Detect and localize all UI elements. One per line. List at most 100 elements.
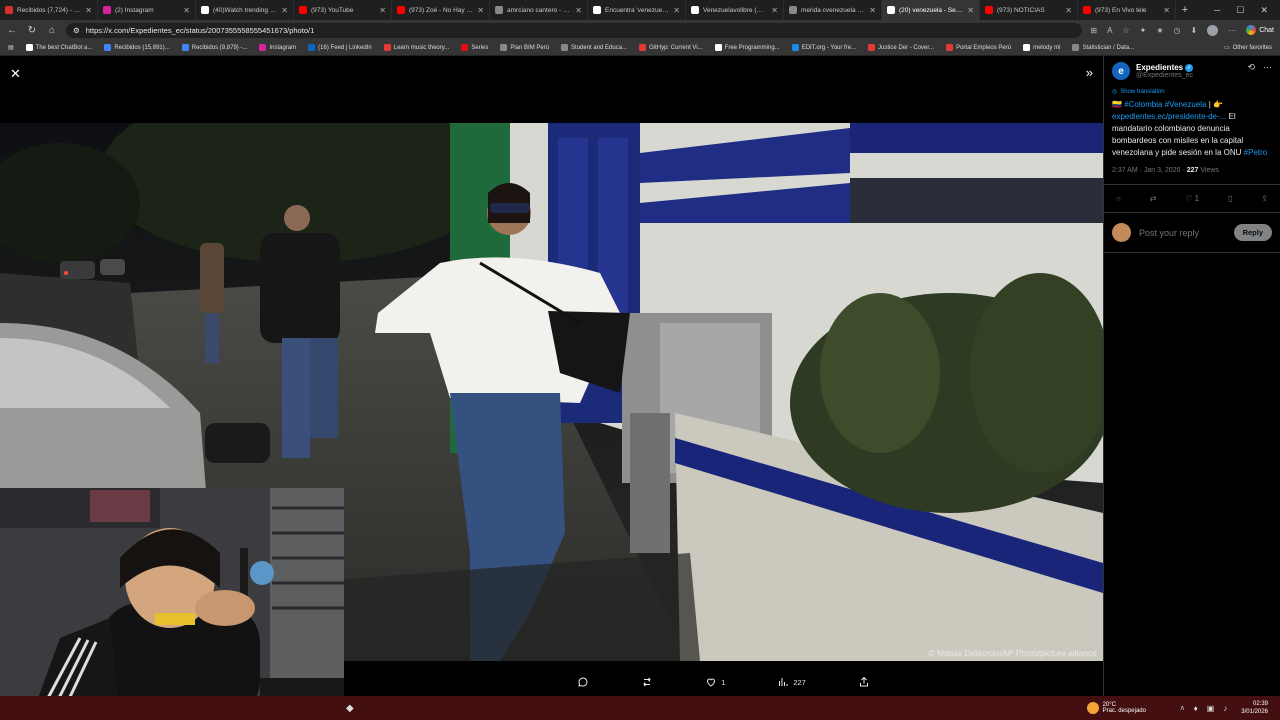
more-menu-icon[interactable]: ⋯ [1228,26,1236,35]
bookmark-item[interactable]: Instagram [259,44,296,51]
network-icon[interactable]: ▣ [1207,704,1215,713]
grok-icon[interactable]: ⟲ [1247,62,1255,73]
favorite-star-icon[interactable]: ☆ [1122,26,1129,35]
bookmark-icon[interactable]: ▯ [1228,194,1232,203]
reload-icon[interactable]: ↻ [26,25,38,36]
tab-close-icon[interactable]: ✕ [379,6,386,15]
volume-icon[interactable]: ♪ [1223,704,1227,713]
extensions-icon[interactable]: ✦ [1140,26,1147,35]
browser-tab[interactable]: (20) venezuela - Search / ✕ [882,0,980,20]
back-icon[interactable]: ← [6,25,18,36]
more-options-icon[interactable]: ⋯ [1263,62,1272,73]
browser-tab[interactable]: Recibidos (7,724) - olvan ✕ [0,0,98,20]
bookmark-item[interactable]: Learn music theory... [383,44,449,51]
tab-close-icon[interactable]: ✕ [967,6,974,15]
reply-input[interactable]: Post your reply [1139,228,1226,238]
tray-chevron-icon[interactable]: ˄ [1180,704,1185,713]
bookmark-item[interactable]: EDIT.org - Your fre... [791,44,856,51]
bookmark-item[interactable]: Recibidos (15,891)... [104,44,170,51]
pointing-hand-emoji: 👉 [1213,100,1224,109]
browser-tab[interactable]: (973) YouTube ✕ [294,0,392,20]
repost-action[interactable] [641,676,653,688]
bookmark-item[interactable]: Free Programming... [714,44,780,51]
browser-tab[interactable]: Encuentra 'venezuela' en ✕ [588,0,686,20]
share-icon[interactable]: ⇪ [1261,194,1268,203]
tab-close-icon[interactable]: ✕ [183,6,190,15]
browser-tab[interactable]: Venezuelavolibre (@www ✕ [686,0,784,20]
author-handle[interactable]: @Expedientes_ec [1136,72,1193,79]
tweet-timestamp[interactable]: 2:37 AM · Jan 3, 2026 · [1112,167,1187,174]
close-window-icon[interactable]: ✕ [1260,5,1268,16]
bookmark-item[interactable]: Series [461,44,488,51]
hashtag-colombia[interactable]: #Colombia [1124,100,1162,109]
apps-icon[interactable]: ⊞ [1090,26,1097,35]
bookmark-item[interactable]: The best ChatBot a... [25,44,92,51]
reply-icon [578,677,588,687]
bookmark-item[interactable]: (16) Feed | LinkedIn [308,44,372,51]
bookmark-item[interactable]: Student and Educa... [561,44,627,51]
tab-close-icon[interactable]: ✕ [673,6,680,15]
repost-icon[interactable]: ⇄ [1150,194,1157,203]
close-icon[interactable]: ✕ [10,66,21,82]
bookmarks-menu-icon[interactable]: ▤ [8,44,14,51]
minimize-icon[interactable]: ─ [1214,5,1220,16]
taskbar-app-icon[interactable]: ◆ [6,703,354,714]
tab-close-icon[interactable]: ✕ [575,6,582,15]
views-action[interactable]: 227 [777,676,806,688]
bookmark-item[interactable]: Justice Der - Cover... [868,44,934,51]
browser-tab[interactable]: (973) En Vivo tele ✕ [1078,0,1176,20]
favorites-icon[interactable]: ★ [1156,26,1163,35]
browser-tab[interactable]: amrciano cantero - Goog✕ [490,0,588,20]
history-icon[interactable]: ◷ [1174,26,1181,35]
tab-close-icon[interactable]: ✕ [281,6,288,15]
tab-close-icon[interactable]: ✕ [85,6,92,15]
read-aloud-icon[interactable]: A [1107,26,1112,35]
collapse-panel-icon[interactable]: » [1086,65,1093,80]
microphone-icon[interactable]: ♦ [1194,704,1198,713]
address-bar[interactable]: ⚙ https://x.com/Expedientes_ec/status/20… [66,22,1083,38]
browser-tab[interactable]: (973) NOTICIAS ✕ [980,0,1078,20]
other-favorites[interactable]: ▭ Other favorites [1224,44,1272,52]
reply-action[interactable] [577,676,589,688]
tab-close-icon[interactable]: ✕ [771,6,778,15]
bookmark-item[interactable]: Statistician / Data... [1072,44,1134,51]
download-icon[interactable]: ⬇ [1191,26,1198,35]
weather-widget[interactable]: 20°C Prac. despejado [1086,702,1146,714]
like-action[interactable]: 1 [705,676,725,688]
show-translation-link[interactable]: ◎ Show translation [1104,86,1280,97]
clock[interactable]: 02:39 3/01/2026 [1241,700,1274,716]
user-avatar[interactable] [1112,223,1131,242]
tab-close-icon[interactable]: ✕ [477,6,484,15]
hashtag-venezuela[interactable]: #Venezuela [1165,100,1207,109]
bookmark-label: Plan BIM Perú [510,44,550,51]
reply-button[interactable]: Reply [1233,224,1272,241]
bookmark-favicon-icon [383,44,391,51]
like-button[interactable]: ♡ 1 [1185,194,1199,203]
hashtag-petro[interactable]: #Petro [1244,148,1268,157]
bookmark-item[interactable]: Plan BIM Perú [500,44,549,51]
profile-avatar[interactable] [1207,24,1219,36]
bookmark-item[interactable]: Recibidos (9,879) -... [181,44,247,51]
bookmark-item[interactable]: GitHyp: Current Vi... [639,44,703,51]
bookmark-favicon-icon [181,44,189,51]
bookmark-item[interactable]: melody ml [1023,44,1060,51]
tab-close-icon[interactable]: ✕ [1163,6,1170,15]
site-info-icon[interactable]: ⚙ [73,26,80,35]
home-icon[interactable]: ⌂ [46,25,58,36]
article-link[interactable]: expedientes.ec/presidente-de-... [1112,112,1226,121]
author-name[interactable]: Expedientes ✓ [1136,63,1194,72]
tab-close-icon[interactable]: ✕ [869,6,876,15]
tab-favicon-icon [887,6,895,14]
tab-close-icon[interactable]: ✕ [1065,6,1072,15]
browser-tab[interactable]: (40)Watch trending videos ✕ [196,0,294,20]
new-tab-button[interactable]: + [1176,4,1194,16]
browser-tab[interactable]: merida cvenezuela - Goo ✕ [784,0,882,20]
bookmark-item[interactable]: Portal Empleos Perú [946,44,1011,51]
share-action[interactable] [858,676,870,688]
maximize-icon[interactable]: ☐ [1236,5,1244,16]
author-avatar[interactable]: e [1112,62,1130,80]
reply-icon[interactable]: ○ [1116,194,1121,203]
browser-tab[interactable]: (2) Instagram ✕ [98,0,196,20]
copilot-chat-button[interactable]: Chat [1246,25,1274,35]
browser-tab[interactable]: (973) Zoé - No Hay Mal Q ✕ [392,0,490,20]
